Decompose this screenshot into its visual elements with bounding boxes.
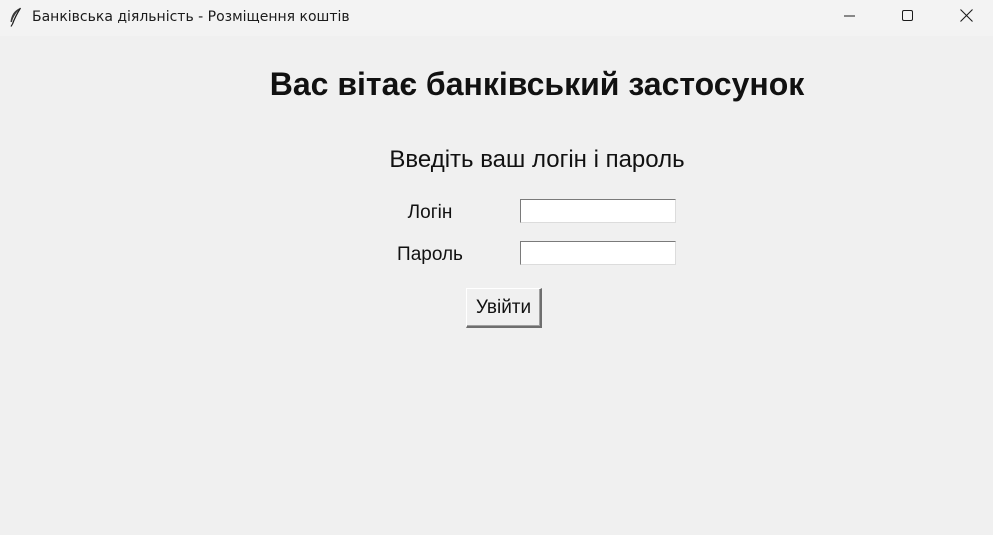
close-icon bbox=[959, 9, 973, 27]
title-bar[interactable]: Банківська діяльність - Розміщення кошті… bbox=[0, 0, 993, 36]
minimize-icon bbox=[844, 9, 856, 27]
login-label: Логін bbox=[407, 202, 453, 223]
login-input[interactable] bbox=[520, 199, 676, 223]
password-label: Пароль bbox=[397, 244, 463, 265]
app-window: Банківська діяльність - Розміщення кошті… bbox=[0, 0, 993, 535]
login-button[interactable]: Увійти bbox=[466, 288, 542, 328]
welcome-heading: Вас вітає банківський застосунок bbox=[269, 66, 805, 102]
maximize-icon bbox=[902, 9, 914, 27]
minimize-button[interactable] bbox=[821, 0, 879, 36]
login-prompt: Введіть ваш логін і пароль bbox=[389, 146, 685, 173]
close-button[interactable] bbox=[937, 0, 993, 36]
window-title: Банківська діяльність - Розміщення кошті… bbox=[32, 9, 350, 25]
feather-icon bbox=[8, 7, 24, 27]
maximize-button[interactable] bbox=[879, 0, 937, 36]
login-form: Вас вітає банківський застосунок Введіть… bbox=[0, 36, 993, 535]
password-input[interactable] bbox=[520, 241, 676, 265]
